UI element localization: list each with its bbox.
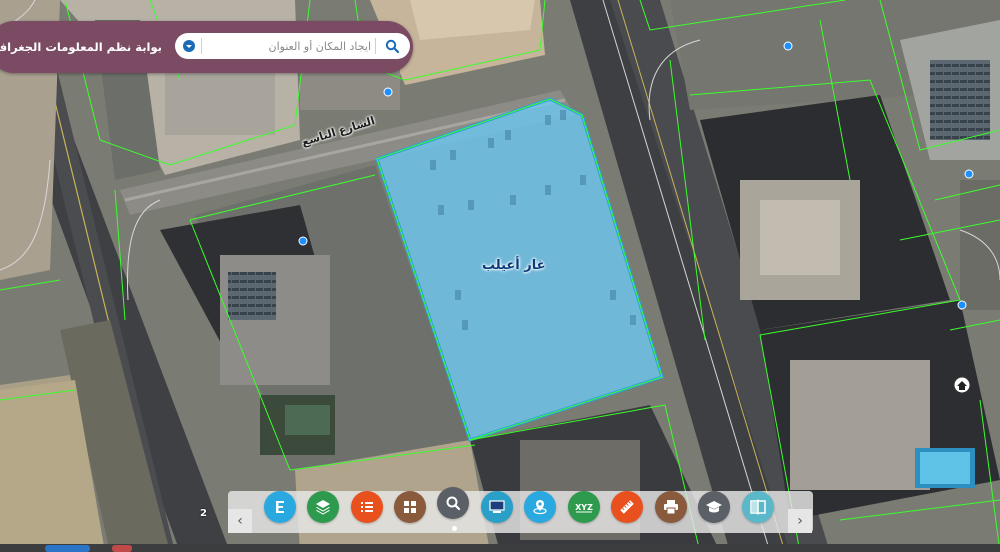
poi-dot-5[interactable] xyxy=(957,300,967,310)
toolbar-scroll-right-button[interactable]: › xyxy=(788,509,812,533)
tool-measure-button[interactable] xyxy=(611,491,643,523)
tool-screen-button[interactable] xyxy=(481,491,513,523)
search-dropdown-button[interactable] xyxy=(180,37,198,55)
bottom-strip xyxy=(0,544,1000,552)
tool-basemap-button[interactable] xyxy=(394,491,426,523)
active-indicator xyxy=(452,526,457,531)
print-icon xyxy=(664,500,678,515)
grid-icon xyxy=(404,501,416,513)
layers-icon xyxy=(316,500,330,515)
tool-education-button[interactable] xyxy=(698,491,730,523)
chevron-down-icon xyxy=(183,40,195,52)
location-icon xyxy=(533,500,547,515)
toolbar-scroll-left-button[interactable]: ‹ xyxy=(228,509,252,533)
search-separator-right xyxy=(375,38,376,54)
tool-location-button[interactable] xyxy=(524,491,556,523)
list-icon xyxy=(361,502,373,512)
poi-dot-3[interactable] xyxy=(298,236,308,246)
monitor-icon xyxy=(489,500,505,513)
search-button[interactable] xyxy=(382,37,402,55)
home-icon[interactable] xyxy=(953,376,971,394)
search-input[interactable] xyxy=(205,36,371,56)
search-box xyxy=(175,33,410,59)
tool-layers-button[interactable] xyxy=(307,491,339,523)
xyz-icon: XYZ xyxy=(575,503,593,513)
parcel-label[interactable]: غار أعيلب xyxy=(482,258,545,273)
ruler-icon xyxy=(620,500,634,514)
satellite-map[interactable] xyxy=(0,0,1000,552)
tool-compare-button[interactable] xyxy=(742,491,774,523)
poi-dot-2[interactable] xyxy=(783,41,793,51)
bottom-tab-1[interactable] xyxy=(45,545,90,552)
e-icon xyxy=(276,501,284,513)
search-separator-left xyxy=(201,38,202,54)
tool-search-button[interactable] xyxy=(437,487,469,519)
svg-text:XYZ: XYZ xyxy=(575,503,593,512)
tool-legend-button[interactable] xyxy=(351,491,383,523)
bottom-tab-2[interactable] xyxy=(112,545,132,552)
compare-icon xyxy=(750,499,766,515)
portal-title: بوابة نظم المعلومات الجغرافية xyxy=(0,40,162,54)
poi-dot-1[interactable] xyxy=(383,87,393,97)
tool-e-button[interactable] xyxy=(264,491,296,523)
search-icon xyxy=(385,39,399,53)
tool-xyz-button[interactable]: XYZ xyxy=(568,491,600,523)
search-icon xyxy=(446,496,461,511)
graduation-cap-icon xyxy=(706,501,722,513)
tool-print-button[interactable] xyxy=(655,491,687,523)
poi-dot-4[interactable] xyxy=(964,169,974,179)
map-corner-text: 2 xyxy=(200,508,207,519)
